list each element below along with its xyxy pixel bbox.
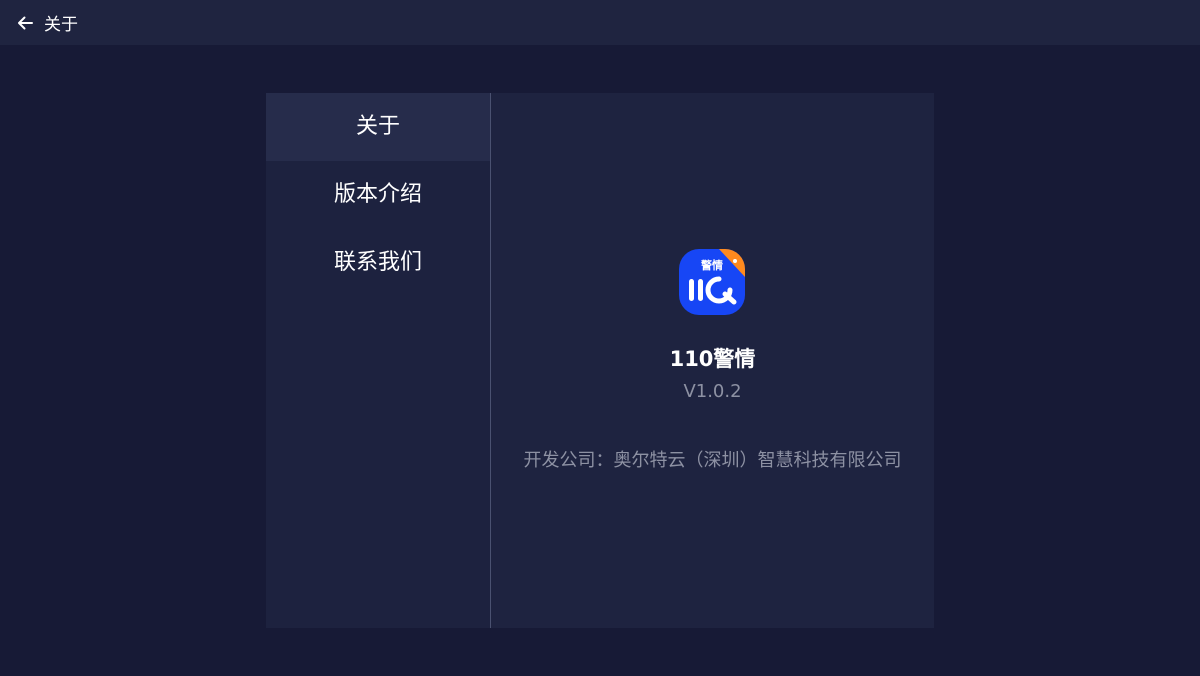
top-bar: 关于 — [0, 0, 1200, 45]
back-button[interactable] — [0, 0, 42, 45]
about-panel: 关于 版本介绍 联系我们 警情 110警情 V1.0.2 开发公司：奥尔特云（深… — [266, 93, 934, 628]
app-version: V1.0.2 — [683, 381, 742, 402]
sidebar: 关于 版本介绍 联系我们 — [266, 93, 491, 628]
sidebar-item-version-info[interactable]: 版本介绍 — [266, 161, 490, 229]
sidebar-item-contact-us[interactable]: 联系我们 — [266, 229, 490, 297]
sidebar-item-about[interactable]: 关于 — [266, 93, 490, 161]
app-logo: 警情 — [679, 249, 745, 315]
company-info: 开发公司：奥尔特云（深圳）智慧科技有限公司 — [523, 450, 902, 471]
about-content: 警情 110警情 V1.0.2 开发公司：奥尔特云（深圳）智慧科技有限公司 — [491, 93, 934, 628]
page-title: 关于 — [44, 15, 78, 35]
arrow-left-icon — [16, 14, 34, 32]
app-name: 110警情 — [669, 347, 756, 371]
logo-text: 警情 — [700, 258, 723, 272]
